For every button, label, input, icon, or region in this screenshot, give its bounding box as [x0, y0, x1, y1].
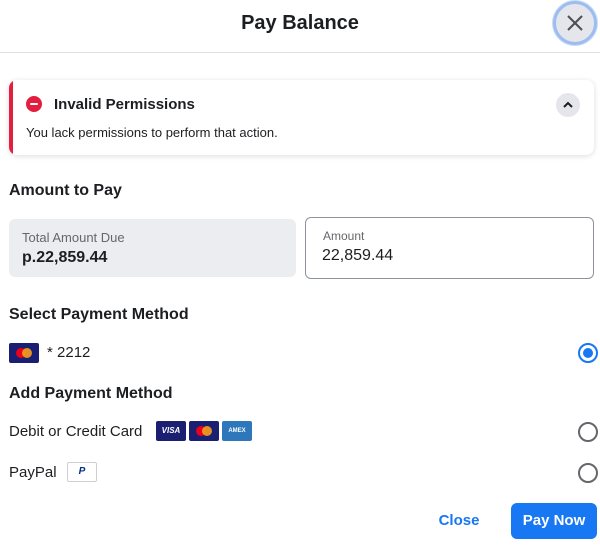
pay-now-button[interactable]: Pay Now [511, 503, 597, 539]
amount-field[interactable]: Amount [305, 217, 594, 279]
paypal-option[interactable]: PayPal P [0, 455, 600, 491]
paypal-icon: P [67, 462, 97, 482]
mastercard-icon [9, 343, 39, 363]
amount-heading: Amount to Pay [9, 182, 122, 199]
close-dialog-button[interactable] [553, 1, 597, 45]
saved-card-label: * 2212 [47, 344, 91, 361]
debit-credit-card-option[interactable]: Debit or Credit Card VISA AMEX [0, 414, 600, 450]
pay-balance-dialog: Pay Balance Invalid Permissions You lack… [0, 0, 600, 550]
debit-credit-card-radio[interactable] [578, 422, 598, 442]
visa-icon: VISA [156, 421, 186, 441]
alert-title: Invalid Permissions [54, 96, 195, 113]
total-amount-due-field: Total Amount Due p.22,859.44 [9, 219, 296, 277]
error-alert: Invalid Permissions You lack permissions… [9, 80, 594, 155]
debit-credit-card-label: Debit or Credit Card [9, 423, 143, 440]
saved-card-radio[interactable] [578, 343, 598, 363]
close-icon [567, 15, 583, 31]
total-amount-label: Total Amount Due [22, 230, 125, 245]
alert-accent-bar [9, 80, 13, 155]
amex-icon: AMEX [222, 421, 252, 441]
add-payment-method-heading: Add Payment Method [9, 385, 173, 402]
close-button[interactable]: Close [421, 503, 497, 539]
paypal-radio[interactable] [578, 463, 598, 483]
saved-card-option[interactable]: * 2212 [0, 335, 600, 371]
chevron-up-icon [563, 101, 573, 108]
amount-label: Amount [323, 229, 365, 243]
select-payment-method-heading: Select Payment Method [9, 306, 189, 323]
paypal-label: PayPal [9, 464, 57, 481]
dialog-title: Pay Balance [241, 12, 359, 34]
error-icon [26, 96, 42, 112]
alert-collapse-button[interactable] [556, 93, 580, 117]
alert-message: You lack permissions to perform that act… [26, 125, 278, 140]
total-amount-value: p.22,859.44 [22, 249, 108, 266]
mastercard-icon [189, 421, 219, 441]
dialog-header: Pay Balance [0, 0, 600, 53]
amount-input[interactable] [322, 247, 572, 265]
